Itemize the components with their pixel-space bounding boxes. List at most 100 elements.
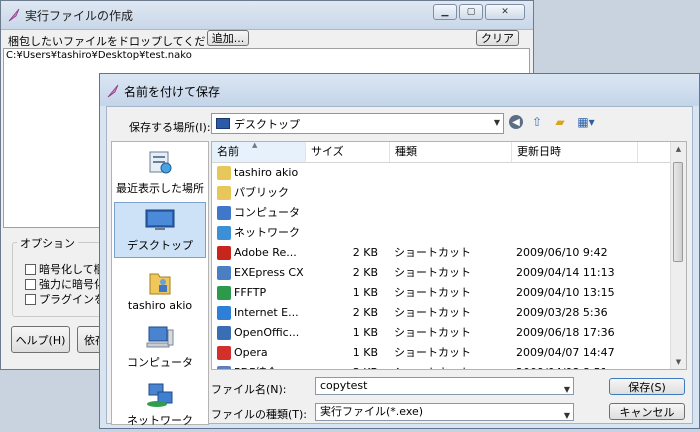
- file-icon: [217, 186, 231, 200]
- file-row[interactable]: Internet E... 2 KB ショートカット 2009/03/28 5:36: [212, 303, 672, 323]
- file-icon: [217, 306, 231, 320]
- column-header-type[interactable]: 種類: [390, 142, 512, 162]
- file-size-cell: 2 KB: [352, 266, 378, 279]
- file-type-cell: ショートカット: [394, 246, 471, 259]
- file-row[interactable]: コンピュータ: [212, 203, 672, 223]
- file-name-cell: ネットワーク: [234, 226, 300, 239]
- file-row[interactable]: Adobe Re... 2 KB ショートカット 2009/06/10 9:42: [212, 243, 672, 263]
- checkbox-box[interactable]: [25, 263, 36, 275]
- filename-label: ファイル名(N):: [211, 383, 287, 396]
- file-row[interactable]: EXEpress CX 2 KB ショートカット 2009/04/14 11:13: [212, 263, 672, 283]
- location-select[interactable]: デスクトップ ▼: [211, 113, 504, 134]
- filename-field[interactable]: ▼: [315, 377, 574, 395]
- place-computer[interactable]: コンピュータ: [114, 318, 206, 374]
- file-type-cell: ショートカット: [394, 346, 471, 359]
- file-row[interactable]: OpenOffic... 1 KB ショートカット 2009/06/18 17:36: [212, 323, 672, 343]
- location-value: デスクトップ: [234, 117, 300, 131]
- feather-icon: [8, 8, 20, 22]
- file-name-cell: パブリック: [234, 186, 289, 199]
- network-icon: [145, 382, 175, 408]
- file-name-cell: コンピュータ: [234, 206, 300, 219]
- file-name-cell: EXEpress CX: [234, 266, 304, 279]
- checkbox-label: 暗号化して梱: [39, 263, 105, 276]
- file-date-cell: 2009/04/14 11:13: [516, 266, 615, 279]
- file-row[interactable]: FFFTP 1 KB ショートカット 2009/04/10 13:15: [212, 283, 672, 303]
- file-path-item[interactable]: C:¥Users¥tashiro¥Desktop¥test.nako: [6, 50, 192, 61]
- file-type-cell: ショートカット: [394, 363, 471, 369]
- filename-input[interactable]: [320, 378, 550, 394]
- checkbox-box[interactable]: [25, 278, 36, 290]
- file-row[interactable]: PDF結合 3 KB ショートカット 2009/04/08 8:51: [212, 363, 672, 369]
- vertical-scrollbar[interactable]: ▲ ▼: [670, 142, 686, 369]
- column-header-row: 名前 ▲ サイズ 種類 更新日時: [212, 142, 686, 163]
- dialog-titlebar[interactable]: 名前を付けて保存: [100, 74, 699, 106]
- file-name-cell: Internet E...: [234, 306, 299, 319]
- file-date-cell: 2009/06/18 17:36: [516, 326, 615, 339]
- clear-button[interactable]: クリア: [476, 30, 519, 46]
- place-recent[interactable]: 最近表示した場所: [114, 144, 206, 200]
- desktop-icon: [145, 207, 175, 233]
- file-icon: [217, 346, 231, 360]
- view-menu-icon[interactable]: ▦▾: [574, 113, 598, 131]
- encrypt-checkbox[interactable]: 暗号化して梱: [25, 261, 105, 277]
- file-list-view[interactable]: 名前 ▲ サイズ 種類 更新日時 tashiro akio パブリックコンピュータ…: [211, 141, 687, 370]
- dialog-title: 名前を付けて保存: [124, 85, 221, 99]
- file-size-cell: 2 KB: [352, 246, 378, 259]
- file-name-cell: tashiro akio: [234, 166, 299, 179]
- scroll-thumb[interactable]: [673, 162, 683, 262]
- file-row[interactable]: tashiro akio: [212, 163, 672, 183]
- close-button[interactable]: ✕: [485, 4, 525, 20]
- file-type-cell: ショートカット: [394, 326, 471, 339]
- cancel-button[interactable]: キャンセル: [609, 403, 685, 420]
- column-header-name[interactable]: 名前 ▲: [212, 142, 306, 162]
- file-date-cell: 2009/04/08 8:51: [516, 363, 608, 369]
- file-type-cell: ショートカット: [394, 286, 471, 299]
- checkbox-box[interactable]: [25, 293, 36, 305]
- place-desktop[interactable]: デスクトップ: [114, 202, 206, 258]
- file-date-cell: 2009/04/10 13:15: [516, 286, 615, 299]
- file-size-cell: 1 KB: [352, 326, 378, 339]
- file-icon: [217, 166, 231, 180]
- filetype-select[interactable]: 実行ファイル(*.exe) ▼: [315, 403, 574, 421]
- save-button[interactable]: 保存(S): [609, 378, 685, 395]
- file-name-cell: OpenOffic...: [234, 326, 300, 339]
- file-size-cell: 1 KB: [352, 286, 378, 299]
- main-titlebar[interactable]: 実行ファイルの作成 ▁ ▢ ✕: [1, 1, 533, 30]
- user-folder-icon: [145, 269, 175, 295]
- dialog-body: 保存する場所(I): デスクトップ ▼ ◀ ⇧ ▰ ▦▾ 最近表示した場所 デス…: [106, 106, 693, 427]
- file-row[interactable]: パブリック: [212, 183, 672, 203]
- file-size-cell: 1 KB: [352, 346, 378, 359]
- add-button[interactable]: 追加...: [207, 30, 249, 46]
- file-icon: [217, 206, 231, 220]
- file-row[interactable]: ネットワーク: [212, 223, 672, 243]
- file-icon: [217, 246, 231, 260]
- options-legend: オプション: [17, 235, 78, 251]
- filetype-value: 実行ファイル(*.exe): [320, 405, 424, 418]
- sort-up-icon: ▲: [252, 141, 258, 149]
- minimize-button[interactable]: ▁: [433, 4, 457, 20]
- maximize-button[interactable]: ▢: [459, 4, 483, 20]
- file-icon: [217, 266, 231, 280]
- file-size-cell: 3 KB: [306, 363, 378, 369]
- column-header-date[interactable]: 更新日時: [512, 142, 638, 162]
- column-header-size[interactable]: サイズ: [306, 142, 390, 162]
- new-folder-icon[interactable]: ▰: [551, 113, 569, 131]
- filetype-label: ファイルの種類(T):: [211, 408, 308, 421]
- place-network[interactable]: ネットワーク: [114, 376, 206, 432]
- desktop-icon: [216, 118, 230, 129]
- scroll-up-icon[interactable]: ▲: [671, 142, 686, 156]
- back-icon[interactable]: ◀: [509, 115, 523, 129]
- maximize-icon: ▢: [466, 7, 476, 17]
- file-row[interactable]: Opera 1 KB ショートカット 2009/04/07 14:47: [212, 343, 672, 363]
- minimize-icon: ▁: [441, 7, 449, 17]
- place-label: デスクトップ: [127, 239, 193, 252]
- strong-encrypt-checkbox[interactable]: 強力に暗号化: [25, 276, 105, 292]
- help-button[interactable]: ヘルプ(H): [11, 326, 70, 353]
- scroll-down-icon[interactable]: ▼: [671, 355, 686, 369]
- up-folder-icon[interactable]: ⇧: [528, 113, 546, 131]
- place-user[interactable]: tashiro akio: [114, 260, 206, 316]
- file-name-cell: FFFTP: [234, 286, 267, 299]
- checkbox-label: 強力に暗号化: [39, 278, 105, 291]
- place-label: tashiro akio: [127, 299, 193, 312]
- chevron-down-icon[interactable]: ▼: [564, 382, 570, 398]
